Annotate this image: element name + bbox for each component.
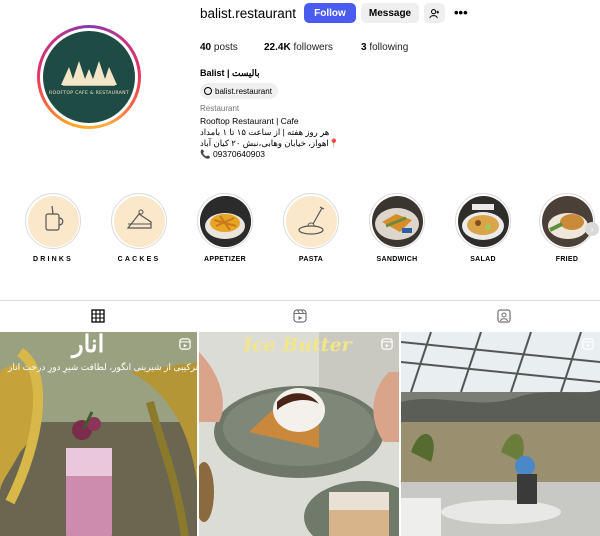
followers-stat[interactable]: 22.4K followers xyxy=(264,42,333,53)
highlight-sandwich[interactable]: SANDWICH xyxy=(366,193,428,263)
tab-posts[interactable] xyxy=(91,309,105,323)
highlight-label: CACKES xyxy=(117,256,161,263)
following-label: following xyxy=(369,42,409,53)
tab-tagged[interactable] xyxy=(497,309,511,323)
pasta-fork-icon xyxy=(297,205,324,235)
highlight-pasta[interactable]: PASTA xyxy=(280,193,342,263)
grid-icon xyxy=(91,309,105,323)
followers-count: 22.4K xyxy=(264,42,291,53)
message-button[interactable]: Message xyxy=(361,3,419,23)
dessert-photo xyxy=(199,332,399,536)
more-options-icon[interactable]: ••• xyxy=(454,5,468,20)
highlight-salad[interactable]: SALAD xyxy=(452,193,514,263)
highlight-label: SANDWICH xyxy=(376,256,418,263)
posts-label: posts xyxy=(213,42,238,53)
post-overlay-caption: ترکیبی از شیرینی انگور، لطافت شیرِ دورِ … xyxy=(8,362,197,372)
bio-line-1: Rooftop Restaurant | Cafe xyxy=(200,116,299,126)
logo-text: ROOFTOP CAFE & RESTAURANT xyxy=(49,91,129,96)
follow-button[interactable]: Follow xyxy=(304,3,356,23)
posts-count: 40 xyxy=(200,42,212,53)
add-person-icon xyxy=(429,8,440,18)
bio-line-2: هر روز هفته | از ساعت ۱۵ تا ۱ بامداد xyxy=(200,127,330,137)
following-count: 3 xyxy=(361,42,367,53)
post-thumbnail[interactable]: Ice Butter xyxy=(199,332,399,536)
highlight-label: FRIED xyxy=(555,256,579,263)
posts-stat: 40 posts xyxy=(200,42,238,53)
profile-display-name: Balist | بالیست xyxy=(200,68,260,78)
reels-icon xyxy=(582,338,594,350)
cake-slice-icon xyxy=(126,209,152,229)
highlight-drinks[interactable]: DRINKS xyxy=(22,193,84,263)
salad-photo xyxy=(457,195,509,247)
chevron-right-icon[interactable]: › xyxy=(585,222,599,236)
reels-icon xyxy=(179,338,191,350)
avatar: ROOFTOP CAFE & RESTAURANT xyxy=(43,31,135,123)
highlight-label: DRINKS xyxy=(32,256,74,263)
highlight-cackes[interactable]: CACKES xyxy=(108,193,170,263)
post-thumbnail[interactable] xyxy=(401,332,600,536)
tabs-divider xyxy=(0,300,600,301)
following-stat[interactable]: 3 following xyxy=(361,42,408,53)
reels-icon xyxy=(293,309,307,323)
bio-line-3: اهواز، خیابان وهابی،نبش ۲۰ کیان آباد📍 xyxy=(200,138,340,148)
post-overlay-title: انار xyxy=(72,332,105,358)
reels-icon xyxy=(381,338,393,350)
post-overlay-title: Ice Butter xyxy=(243,334,352,356)
threads-handle: balist.restaurant xyxy=(215,86,272,96)
followers-label: followers xyxy=(293,42,333,53)
tab-reels[interactable] xyxy=(293,309,307,323)
post-thumbnail[interactable]: انار ترکیبی از شیرینی انگور، لطافت شیرِ … xyxy=(0,332,197,536)
profile-username: balist.restaurant xyxy=(200,6,297,21)
suggest-accounts-button[interactable] xyxy=(424,3,445,23)
profile-avatar-ring[interactable]: ROOFTOP CAFE & RESTAURANT xyxy=(37,25,141,129)
tagged-icon xyxy=(497,309,511,323)
fries-photo xyxy=(199,195,251,247)
drink-glass-icon xyxy=(44,205,63,231)
highlight-label: PASTA xyxy=(298,256,324,263)
highlight-label: SALAD xyxy=(470,256,496,263)
bio-line-4: 📞 09370640903 xyxy=(200,149,265,159)
restaurant-logo-icon xyxy=(61,61,117,86)
highlight-appetizer[interactable]: APPETIZER xyxy=(194,193,256,263)
threads-badge[interactable]: balist.restaurant xyxy=(200,83,278,99)
rooftop-photo xyxy=(401,332,600,536)
threads-icon xyxy=(204,87,212,95)
fried-photo xyxy=(541,195,593,247)
highlight-label: APPETIZER xyxy=(204,256,246,263)
sandwich-photo xyxy=(371,195,423,247)
profile-category: Restaurant xyxy=(200,104,240,113)
